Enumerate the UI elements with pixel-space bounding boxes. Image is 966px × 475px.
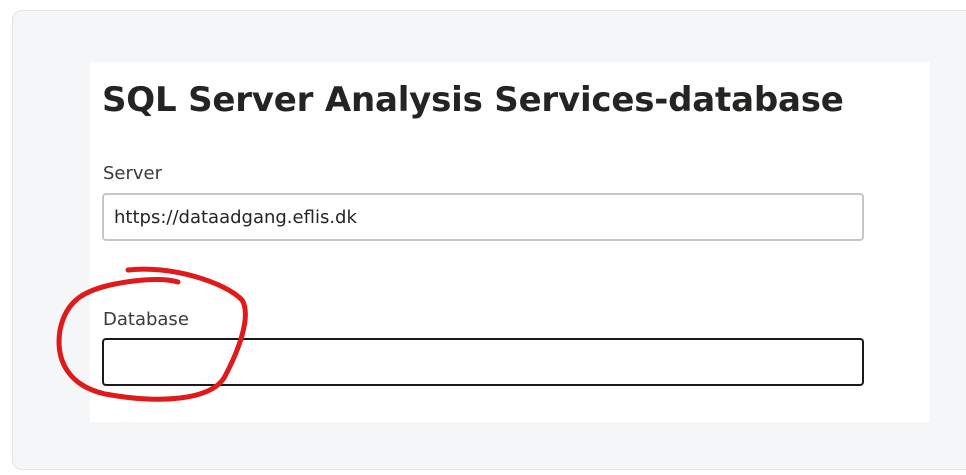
dialog-title: SQL Server Analysis Services-database bbox=[102, 80, 844, 120]
server-label: Server bbox=[103, 163, 163, 184]
database-input[interactable] bbox=[102, 338, 864, 386]
database-label: Database bbox=[103, 309, 189, 330]
server-input[interactable] bbox=[102, 193, 864, 241]
